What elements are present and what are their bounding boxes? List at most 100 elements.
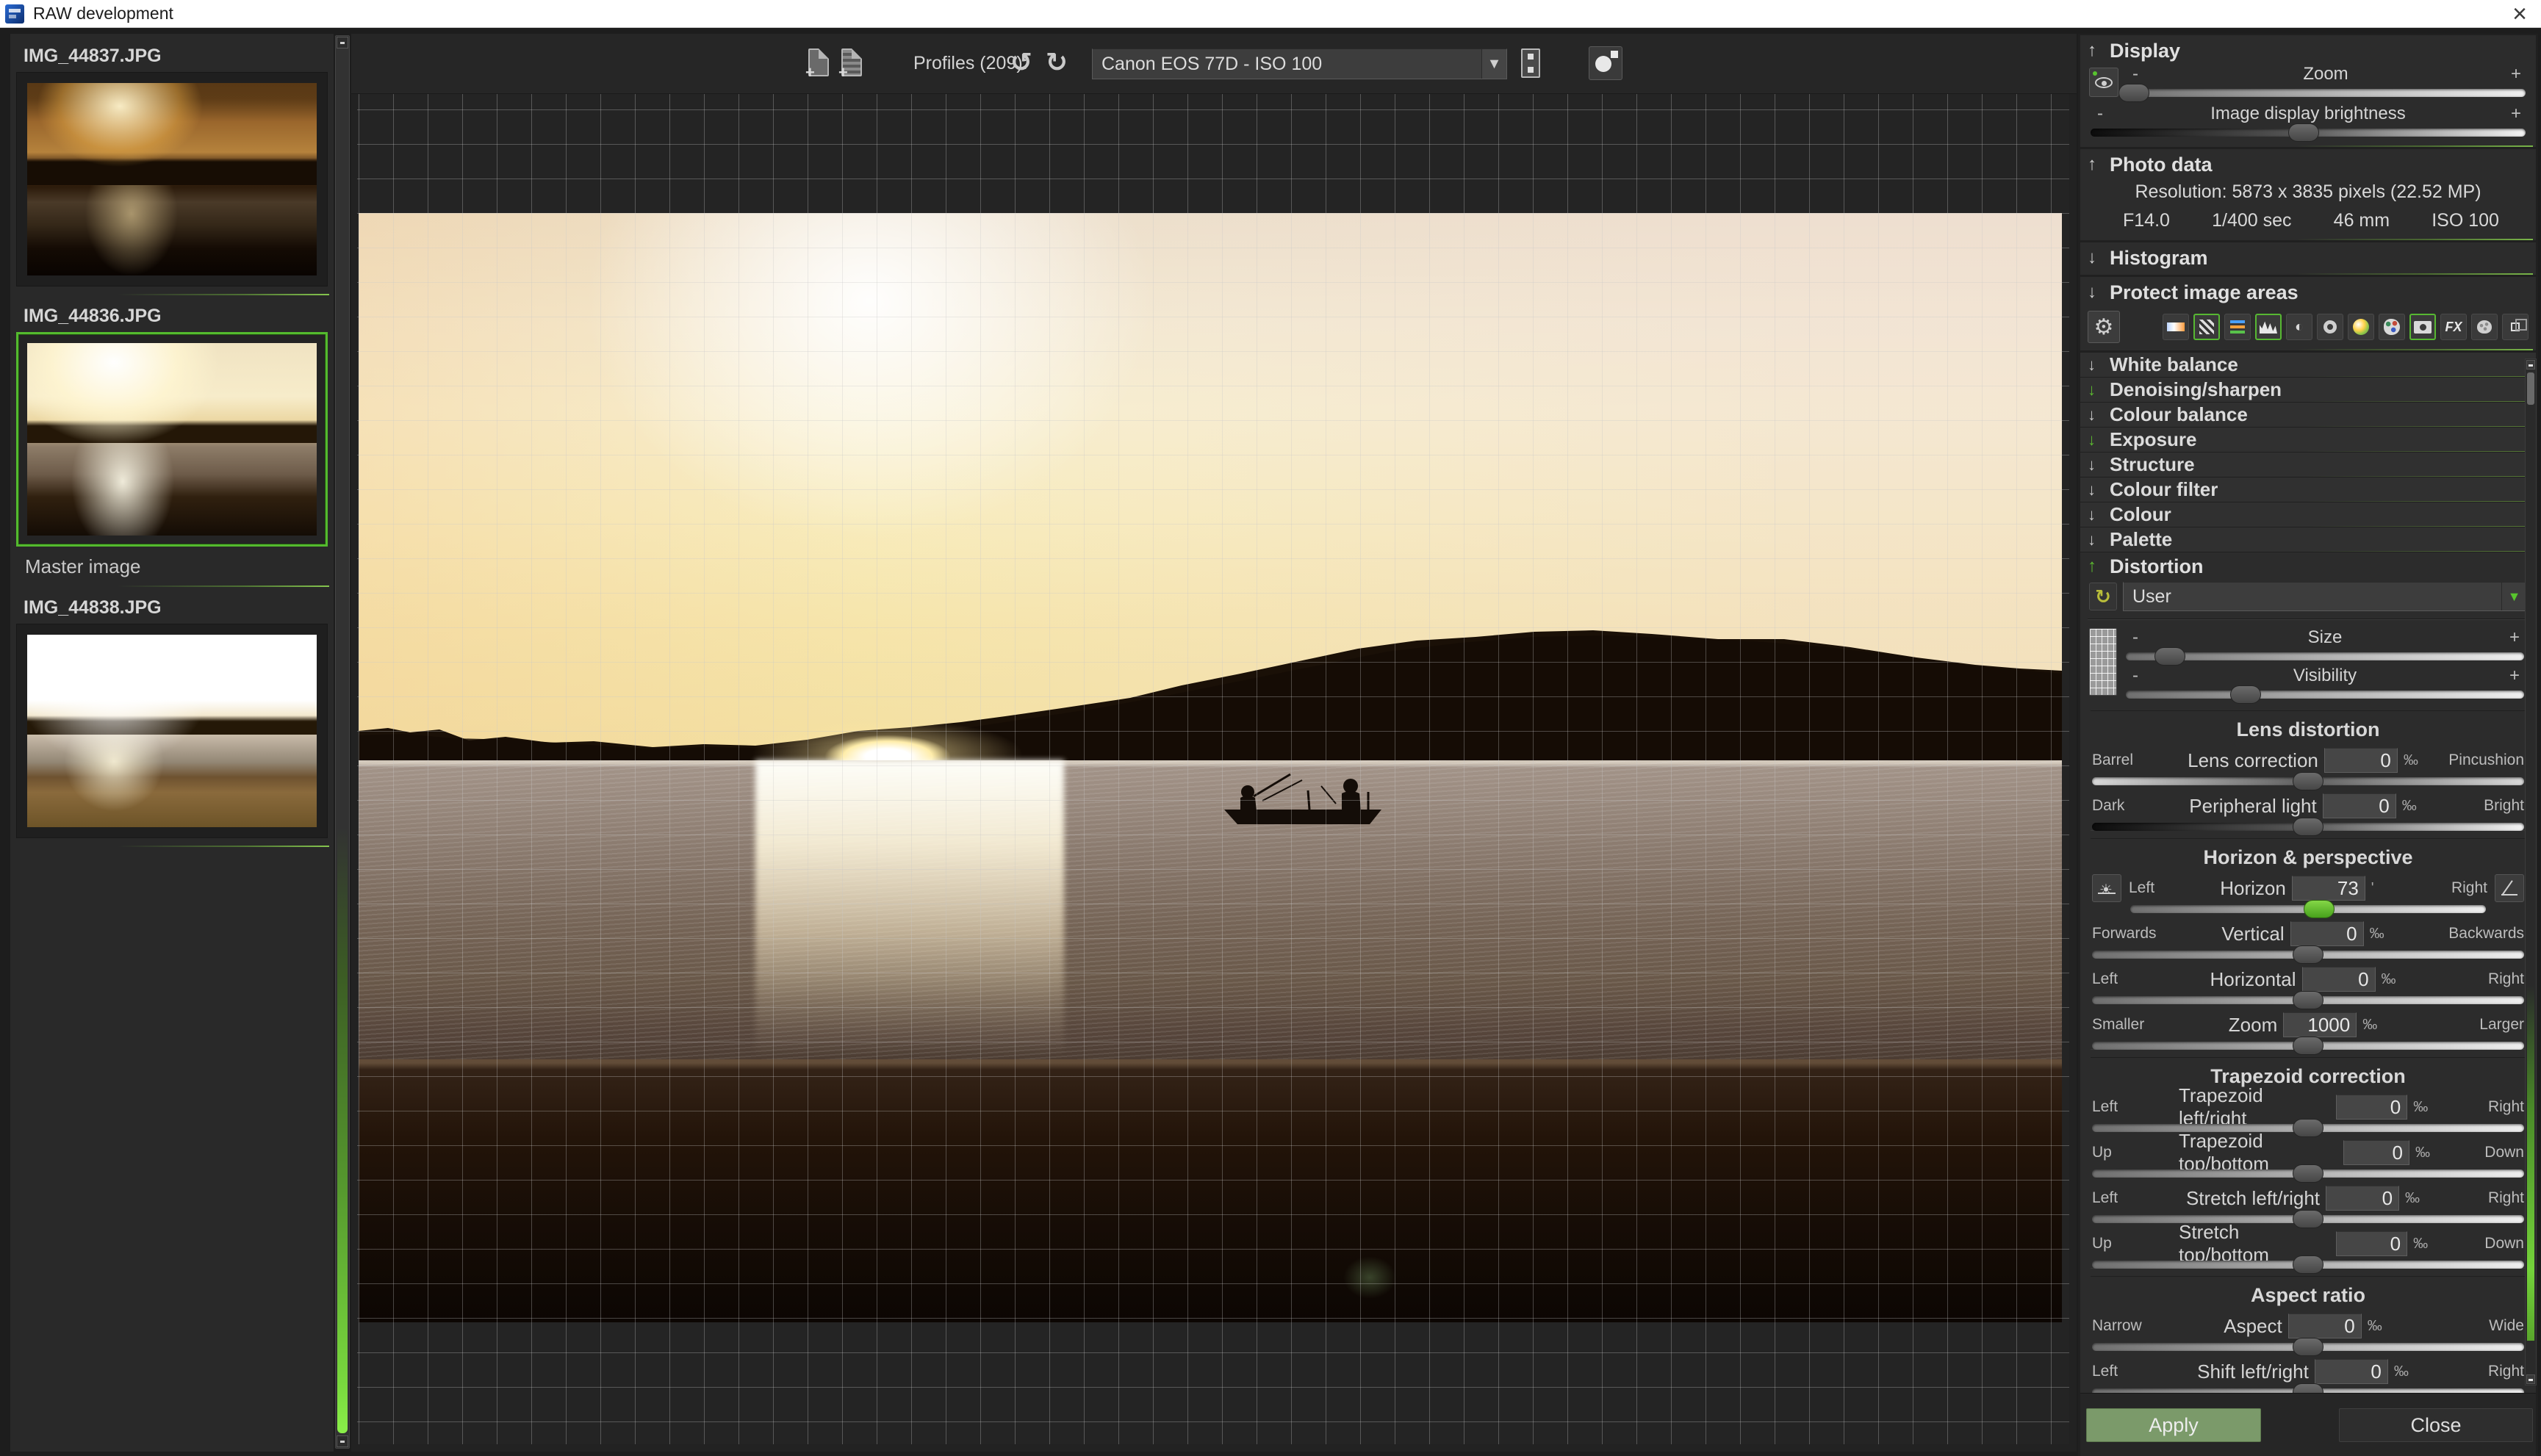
expand-icon[interactable]: ↓	[2088, 282, 2110, 303]
value-input[interactable]: 1000	[2283, 1012, 2357, 1037]
thumbnail-image[interactable]	[27, 343, 317, 536]
zoom-minus[interactable]: -	[2126, 64, 2145, 84]
slider-handle[interactable]	[2293, 1255, 2323, 1274]
visibility-minus[interactable]: -	[2126, 666, 2145, 686]
set-angle-button[interactable]	[2495, 874, 2524, 902]
thumbnail-item[interactable]: IMG_44837.JPG	[10, 38, 334, 298]
thumbnail-frame[interactable]	[16, 332, 328, 547]
histogram-header[interactable]: ↓ Histogram	[2088, 247, 2529, 269]
panel-section-header[interactable]: ↓ Colour	[2080, 502, 2536, 527]
thumbnail-item[interactable]: IMG_44838.JPG	[10, 590, 334, 850]
brightness-minus[interactable]: -	[2091, 104, 2110, 124]
horizon-level-icon[interactable]	[2092, 874, 2121, 902]
distortion-tool-icon[interactable]	[2409, 314, 2436, 340]
slider-track[interactable]	[2091, 129, 2526, 137]
vignette-tool-icon[interactable]	[2317, 314, 2343, 340]
ai-tool-icon[interactable]	[2471, 314, 2498, 340]
slider-track[interactable]	[2092, 1042, 2524, 1050]
preview-eye-button[interactable]	[2089, 68, 2118, 97]
profile-select[interactable]: Canon EOS 77D - ISO 100 ▼	[1092, 48, 1507, 79]
add-profile-icon[interactable]	[808, 48, 829, 76]
canvas-grid-area[interactable]	[357, 94, 2069, 1444]
slider-track[interactable]	[2092, 823, 2524, 831]
chevron-down-icon[interactable]: ▼	[2501, 583, 2526, 610]
slider-handle[interactable]	[2118, 84, 2149, 102]
size-minus[interactable]: -	[2126, 627, 2145, 648]
distortion-preset-select[interactable]: User ▼	[2123, 582, 2527, 611]
brightness-plus[interactable]: +	[2506, 104, 2526, 124]
slider-handle[interactable]	[2293, 1164, 2323, 1183]
panel-section-header[interactable]: ↓ Colour filter	[2080, 477, 2536, 502]
value-input[interactable]: 73	[2292, 876, 2365, 901]
white-balance-tool-icon[interactable]	[2163, 314, 2189, 340]
collapse-icon[interactable]: ↑	[2088, 556, 2110, 577]
redo-icon[interactable]: ↻	[1042, 46, 1071, 79]
slider-track[interactable]	[2092, 1261, 2524, 1269]
slider-track[interactable]	[2092, 1124, 2524, 1132]
denoise-tool-icon[interactable]	[2193, 314, 2220, 340]
value-input[interactable]: 0	[2290, 921, 2364, 946]
thumbnail-frame[interactable]	[16, 624, 328, 838]
colour-tool-icon[interactable]	[2348, 314, 2374, 340]
panel-section-header[interactable]: ↓ White balance	[2080, 353, 2536, 377]
colour-balance-tool-icon[interactable]	[2224, 314, 2251, 340]
slider-handle[interactable]	[2293, 1210, 2323, 1228]
collapse-icon[interactable]: ↑	[2088, 40, 2110, 61]
collapse-icon[interactable]: ↑	[2088, 154, 2110, 175]
slider-handle[interactable]	[2304, 900, 2335, 918]
slider-track[interactable]	[2092, 996, 2524, 1004]
parameters-icon[interactable]	[1521, 48, 1540, 78]
close-button[interactable]: Close	[2339, 1408, 2533, 1442]
display-header[interactable]: ↑ Display	[2088, 40, 2529, 62]
scroll-down-button[interactable]	[337, 1435, 348, 1447]
close-window-button[interactable]: ×	[2504, 0, 2535, 28]
slider-track[interactable]	[2092, 1170, 2524, 1178]
slider-handle[interactable]	[2230, 685, 2261, 704]
panel-scrollbar[interactable]	[2525, 358, 2537, 1385]
slider-track[interactable]	[2092, 777, 2524, 785]
photo-preview[interactable]	[359, 213, 2062, 1322]
value-input[interactable]: 0	[2343, 1140, 2409, 1165]
protect-areas-header[interactable]: ↓ Protect image areas	[2088, 281, 2529, 303]
slider-handle[interactable]	[2154, 647, 2185, 666]
expand-icon[interactable]: ↓	[2088, 248, 2110, 268]
reset-icon[interactable]: ↻	[2089, 583, 2117, 610]
panel-section-header[interactable]: ↓ Palette	[2080, 527, 2536, 552]
value-input[interactable]: 0	[2302, 967, 2376, 992]
slider-track[interactable]	[2126, 691, 2524, 699]
thumbnail-image[interactable]	[27, 635, 317, 827]
panel-section-header[interactable]: ↓ Exposure	[2080, 428, 2536, 452]
slider-track[interactable]	[2130, 905, 2486, 913]
slider-handle[interactable]	[2293, 772, 2323, 790]
value-input[interactable]: 0	[2336, 1231, 2407, 1256]
slider-handle[interactable]	[2293, 1037, 2323, 1055]
size-plus[interactable]: +	[2505, 627, 2524, 648]
value-input[interactable]: 0	[2323, 793, 2396, 818]
slider-handle[interactable]	[2293, 818, 2323, 836]
palette-tool-icon[interactable]	[2379, 314, 2405, 340]
thumbnail-item[interactable]: IMG_44836.JPG Master image	[10, 298, 334, 590]
chevron-down-icon[interactable]: ▼	[1481, 49, 1506, 79]
slider-handle[interactable]	[2293, 945, 2323, 964]
panel-section-header[interactable]: ↓ Colour balance	[2080, 403, 2536, 427]
section-expand-icon[interactable]: ↓	[2088, 505, 2110, 525]
section-expand-icon[interactable]: ↓	[2088, 406, 2110, 425]
slider-handle[interactable]	[2293, 1338, 2323, 1356]
value-input[interactable]: 0	[2336, 1095, 2407, 1120]
sidebar-scrollbar[interactable]	[335, 35, 350, 1449]
zoom-plus[interactable]: +	[2506, 64, 2526, 84]
undo-icon[interactable]: ↺	[1007, 46, 1036, 79]
slider-handle[interactable]	[2288, 123, 2319, 142]
section-expand-icon[interactable]: ↓	[2088, 430, 2110, 450]
slider-handle[interactable]	[2293, 991, 2323, 1009]
slider-track[interactable]	[2092, 951, 2524, 959]
scroll-down-button[interactable]	[2526, 1374, 2535, 1384]
value-input[interactable]: 0	[2326, 1186, 2399, 1211]
slider-track[interactable]	[2126, 652, 2524, 660]
thumbnail-frame[interactable]	[16, 72, 328, 286]
section-expand-icon[interactable]: ↓	[2088, 480, 2110, 500]
visibility-plus[interactable]: +	[2505, 666, 2524, 686]
scroll-up-button[interactable]	[2526, 360, 2535, 370]
slider-track[interactable]	[2126, 89, 2526, 97]
gear-icon[interactable]: ⚙	[2088, 311, 2120, 343]
